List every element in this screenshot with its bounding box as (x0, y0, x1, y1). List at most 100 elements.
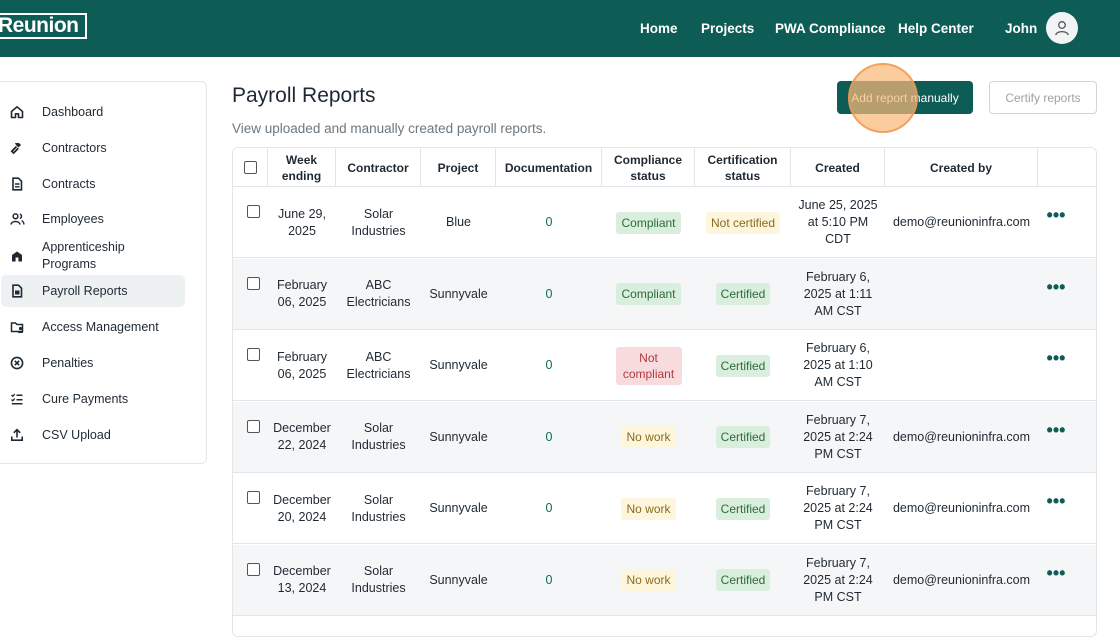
col-compliance-status[interactable]: Compliance status (602, 148, 695, 187)
cell-week-ending: June 29, 2025 (278, 206, 326, 238)
cell-contractor: ABC Electricians (346, 278, 411, 309)
col-documentation[interactable]: Documentation (496, 148, 602, 187)
certification-status-badge: Certified (715, 283, 771, 305)
sidebar-item-contractors[interactable]: Contractors (1, 132, 185, 164)
compliance-status-badge: No work (621, 426, 676, 448)
user-name[interactable]: John (1005, 21, 1037, 36)
cell-project: Blue (445, 215, 472, 229)
cell-week-ending: February 06, 2025 (276, 349, 328, 381)
compliance-status-badge: No work (621, 569, 676, 591)
row-checkbox[interactable] (246, 276, 260, 290)
compliance-status-badge: Compliant (616, 283, 681, 305)
compliance-status-badge: Compliant (616, 211, 681, 234)
cell-created-by: demo@reunioninfra.com (892, 429, 1031, 444)
cell-contractor: Solar Industries (351, 492, 406, 524)
col-contractor[interactable]: Contractor (336, 148, 421, 187)
row-checkbox[interactable] (246, 348, 260, 361)
cell-created-by: demo@reunioninfra.com (892, 501, 1031, 515)
nav-help-center[interactable]: Help Center (898, 21, 974, 36)
document-icon (9, 176, 25, 192)
cell-contractor: Solar Industries (351, 206, 406, 238)
compliance-status-badge: No work (621, 497, 676, 520)
table-row[interactable]: February 06, 2025 ABC Electricians Sunnyva… (233, 258, 1096, 330)
sidebar-item-label: Contractors (42, 140, 107, 155)
sidebar-item-cure-payments[interactable]: Cure Payments (1, 383, 185, 415)
sidebar-item-label: Contracts (42, 176, 96, 191)
page-subtitle: View uploaded and manually created payro… (232, 121, 547, 136)
add-report-manually-button[interactable]: Add report manually (837, 81, 973, 114)
nav-projects[interactable]: Projects (701, 21, 754, 36)
col-week-ending[interactable]: Week ending (268, 148, 336, 187)
row-checkbox[interactable] (246, 562, 260, 576)
sidebar-item-payroll-reports[interactable]: Payroll Reports (1, 275, 185, 307)
reunion-logo[interactable]: Reunion (0, 13, 87, 39)
payroll-reports-table: Week ending Contractor Project Documenta… (232, 147, 1097, 637)
table-header: Week ending Contractor Project Documenta… (233, 148, 1096, 187)
row-checkbox[interactable] (246, 205, 260, 218)
cell-project: Sunnyvale (429, 501, 488, 515)
table-row[interactable]: February 06, 2025 ABC Electricians Sunnyva… (233, 330, 1096, 401)
cell-created: February 7, 2025 at 2:24 PM CST (803, 555, 873, 604)
table-row[interactable]: June 29, 2025 Solar Industries Blue 0 Compli… (233, 187, 1096, 258)
table-row[interactable]: December 20, 2024 Solar Industries Sunnyva… (233, 473, 1096, 544)
cell-project: Sunnyvale (429, 286, 488, 301)
certification-status-badge: Certified (715, 426, 771, 448)
certify-reports-button[interactable]: Certify reports (989, 81, 1097, 114)
sidebar-item-label: Cure Payments (42, 391, 129, 406)
user-avatar-icon[interactable] (1046, 12, 1078, 44)
nav-pwa-compliance[interactable]: PWA Compliance (775, 21, 886, 36)
col-certification-status[interactable]: Certification status (695, 148, 791, 187)
cell-project: Sunnyvale (429, 358, 488, 372)
hammer-icon (9, 140, 25, 156)
sidebar-item-csv-upload[interactable]: CSV Upload (1, 419, 185, 451)
table-row[interactable]: December 22, 2024 Solar Industries Sunnyva… (233, 401, 1096, 473)
sidebar-item-contracts[interactable]: Contracts (1, 168, 185, 200)
cell-created-by: demo@reunioninfra.com (892, 215, 1031, 229)
sidebar-item-access-management[interactable]: Access Management (1, 311, 185, 343)
col-created[interactable]: Created (791, 148, 885, 187)
compliance-status-badge: Not compliant (615, 346, 682, 385)
sidebar-item-label: Employees (42, 211, 104, 226)
report-icon (9, 283, 25, 299)
certification-status-badge: Certified (715, 569, 771, 591)
cell-created: February 7, 2025 at 2:24 PM CST (803, 412, 873, 461)
select-all-checkbox[interactable] (243, 161, 257, 174)
cell-documentation[interactable]: 0 (546, 286, 553, 303)
row-actions-menu-icon[interactable]: ••• (1047, 206, 1066, 224)
building-icon (9, 248, 25, 264)
cell-created-by: demo@reunioninfra.com (892, 572, 1031, 587)
cell-documentation[interactable]: 0 (546, 429, 553, 446)
sidebar-item-penalties[interactable]: Penalties (1, 347, 185, 379)
sidebar-item-dashboard[interactable]: Dashboard (1, 96, 185, 128)
sidebar: Dashboard Contractors Contracts Employee… (0, 81, 207, 464)
cell-week-ending: December 20, 2024 (273, 492, 331, 524)
col-project[interactable]: Project (421, 148, 496, 187)
upload-icon (9, 427, 25, 443)
sidebar-item-apprenticeship-programs[interactable]: Apprenticeship Programs (1, 239, 185, 273)
cell-documentation[interactable]: 0 (546, 214, 553, 231)
col-created-by[interactable]: Created by (885, 148, 1038, 187)
cell-project: Sunnyvale (429, 429, 488, 444)
cell-project: Sunnyvale (429, 572, 488, 587)
row-checkbox[interactable] (246, 491, 260, 504)
cell-contractor: Solar Industries (351, 421, 406, 452)
sidebar-item-employees[interactable]: Employees (1, 203, 185, 235)
row-actions-menu-icon[interactable]: ••• (1047, 278, 1066, 296)
cell-created: June 25, 2025 at 5:10 PM CDT (798, 198, 878, 246)
cell-documentation[interactable]: 0 (546, 500, 553, 517)
sidebar-item-label: Payroll Reports (42, 283, 128, 298)
sidebar-item-label: Penalties (42, 355, 94, 370)
users-icon (9, 211, 25, 227)
table-row[interactable]: December 13, 2024 Solar Industries Sunnyva… (233, 544, 1096, 616)
row-actions-menu-icon[interactable]: ••• (1047, 421, 1066, 439)
nav-home[interactable]: Home (640, 21, 678, 36)
checklist-icon (9, 391, 25, 407)
row-checkbox[interactable] (246, 419, 260, 433)
cell-documentation[interactable]: 0 (546, 572, 553, 589)
cell-documentation[interactable]: 0 (546, 357, 553, 374)
cell-week-ending: December 13, 2024 (273, 564, 331, 595)
sidebar-item-label: Apprenticeship Programs (42, 240, 125, 271)
row-actions-menu-icon[interactable]: ••• (1047, 564, 1066, 582)
row-actions-menu-icon[interactable]: ••• (1047, 492, 1066, 510)
row-actions-menu-icon[interactable]: ••• (1047, 349, 1066, 367)
